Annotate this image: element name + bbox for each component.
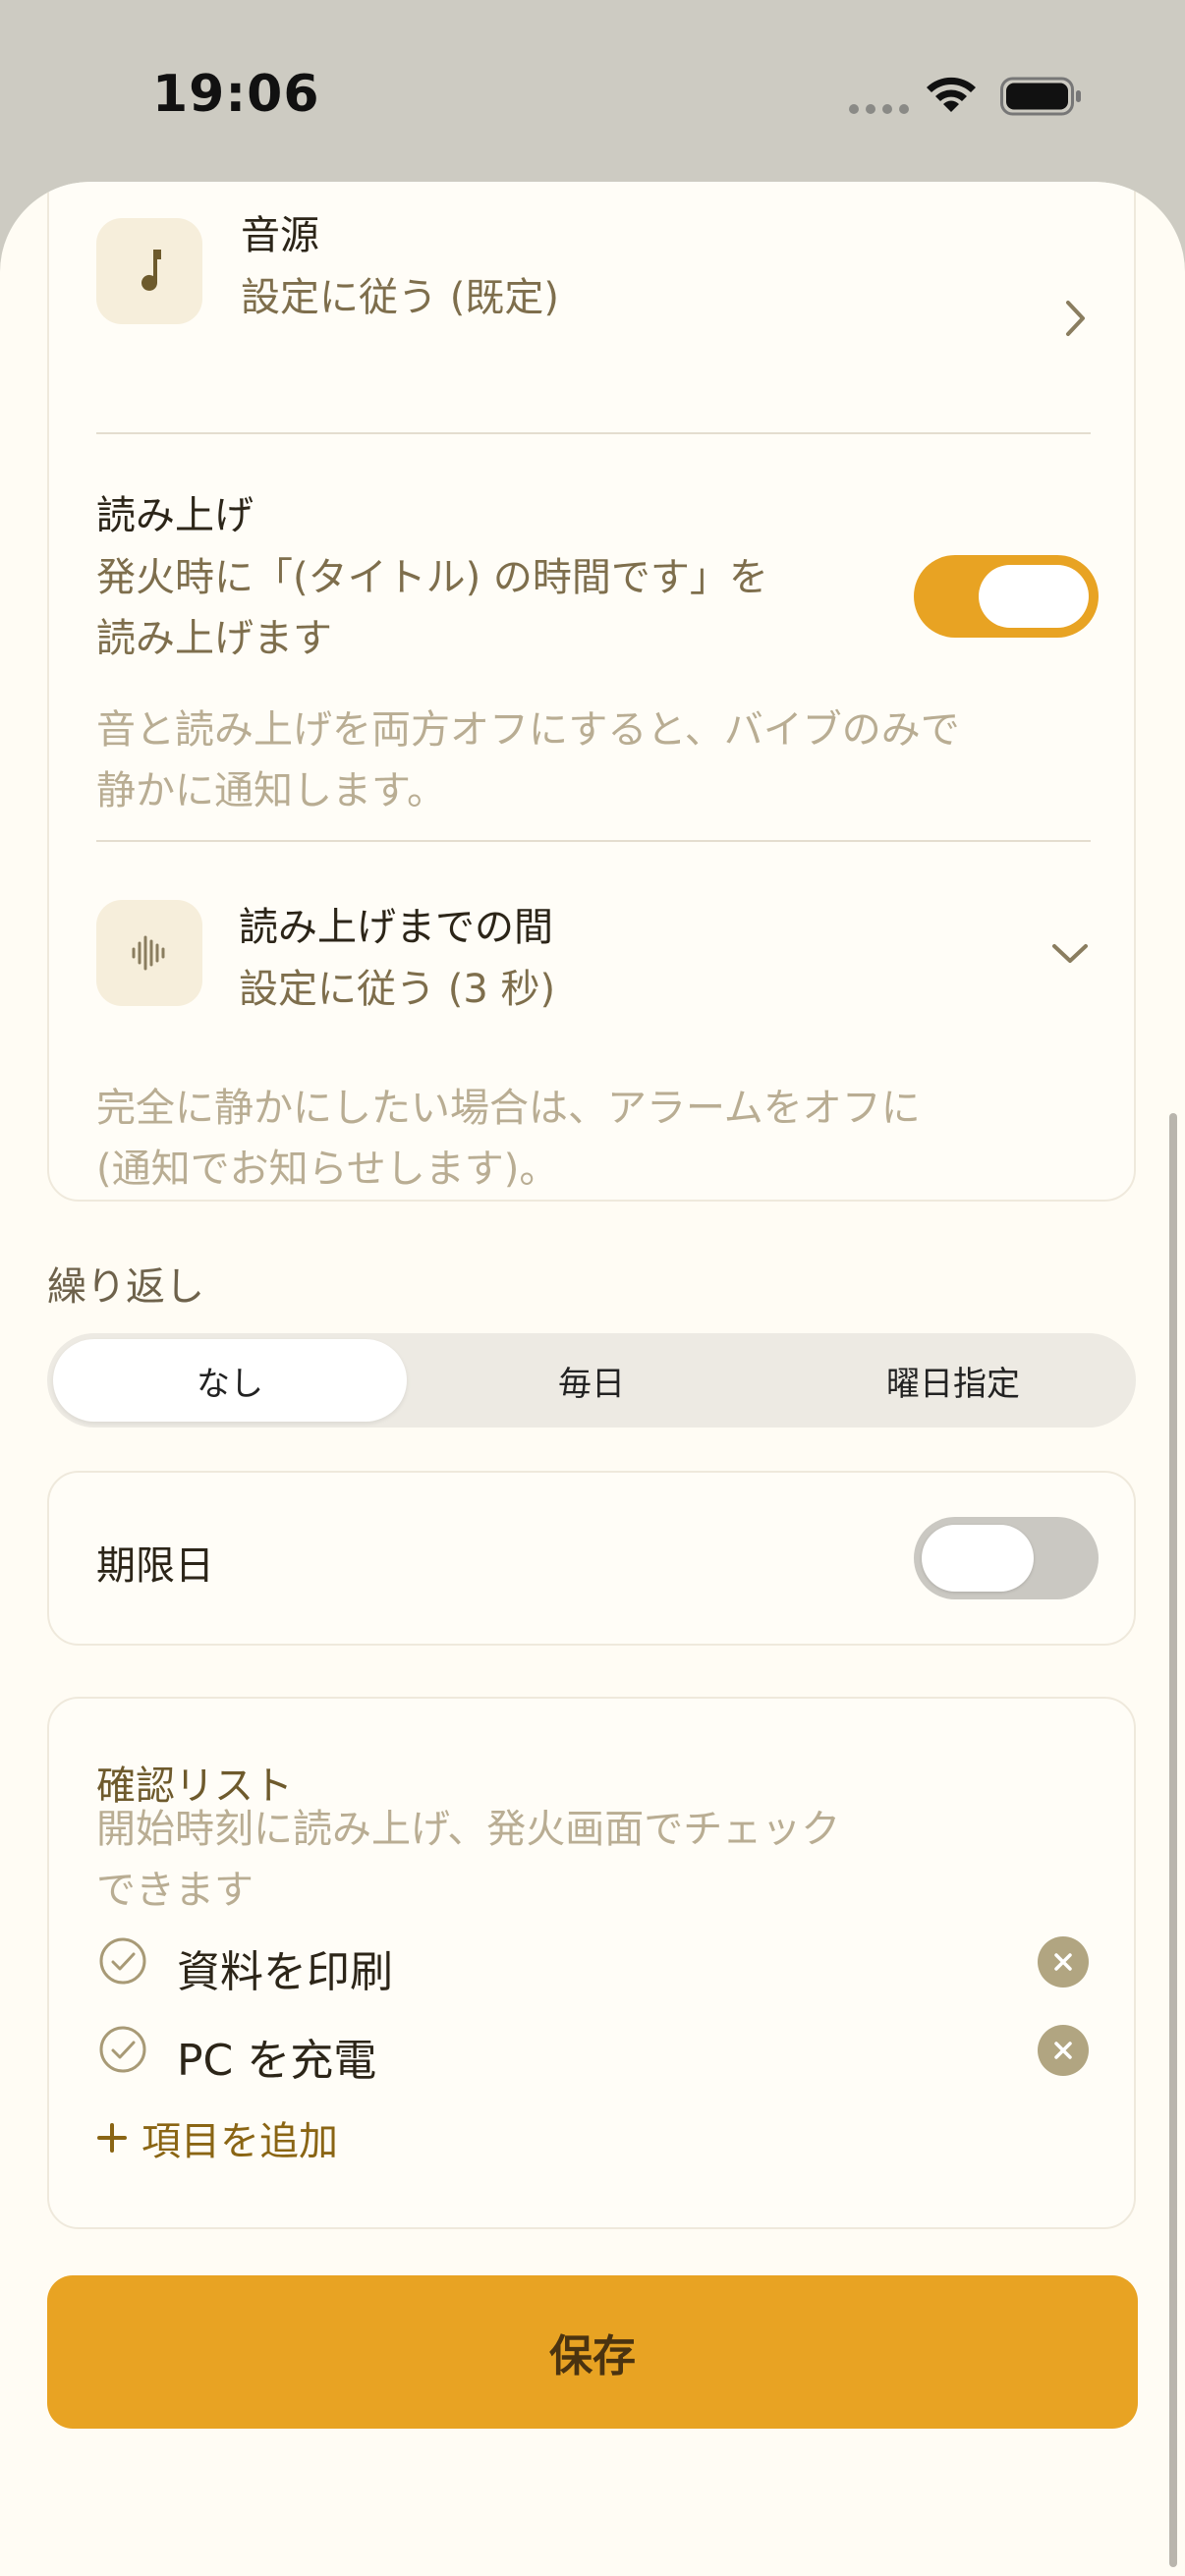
battery-icon	[1000, 77, 1081, 116]
waveform-tile	[96, 900, 202, 1006]
readout-desc-line1: 発火時に「(タイトル) の時間です」を	[96, 555, 768, 600]
status-bar: 19:06	[0, 0, 1185, 187]
scrollbar[interactable]	[1169, 1113, 1177, 2567]
waveform-icon	[132, 935, 165, 971]
divider	[96, 840, 1091, 842]
sound-source-value: 設定に従う (既定)	[241, 275, 559, 320]
plus-icon	[97, 2123, 127, 2153]
deadline-card: 期限日	[47, 1471, 1136, 1646]
repeat-option-daily[interactable]: 毎日	[415, 1339, 768, 1422]
checklist-item-text[interactable]: PC を充電	[177, 2025, 376, 2088]
save-button[interactable]: 保存	[47, 2275, 1138, 2429]
readout-title: 読み上げ	[96, 493, 254, 538]
repeat-label: 繰り返し	[47, 1264, 204, 1310]
music-note-icon	[141, 250, 161, 291]
checklist-item-text[interactable]: 資料を印刷	[177, 1936, 393, 1999]
sound-settings-card: 音源 設定に従う (既定) 読み上げ 発火時に「(タイトル) の時間です」を 読…	[47, 182, 1136, 1202]
silence-hint-line2: (通知でお知らせします)。	[96, 1147, 559, 1192]
repeat-option-weekdays[interactable]: 曜日指定	[776, 1339, 1130, 1422]
check-circle-icon[interactable]	[98, 2025, 147, 2074]
wifi-icon	[927, 77, 976, 112]
silence-hint-line1: 完全に静かにしたい場合は、アラームをオフに	[96, 1086, 921, 1131]
divider	[96, 432, 1091, 434]
check-circle-icon[interactable]	[98, 1936, 147, 1986]
readout-hint-line2: 静かに通知します。	[96, 768, 446, 813]
checklist-card: 確認リスト 開始時刻に読み上げ、発火画面でチェック できます 資料を印刷 PC …	[47, 1697, 1136, 2229]
repeat-option-none[interactable]: なし	[53, 1339, 407, 1422]
checklist-item: PC を充電	[49, 2013, 1134, 2092]
status-time: 19:06	[152, 65, 320, 124]
repeat-segmented-control: なし 毎日 曜日指定	[47, 1333, 1136, 1428]
chevron-right-icon	[1066, 301, 1085, 336]
add-item-label: 項目を追加	[141, 2119, 338, 2164]
edit-sheet: 音源 設定に従う (既定) 読み上げ 発火時に「(タイトル) の時間です」を 読…	[0, 182, 1185, 2576]
readout-toggle[interactable]	[914, 555, 1099, 638]
close-icon	[1054, 2042, 1072, 2059]
checklist-item: 資料を印刷	[49, 1925, 1134, 2003]
readout-delay-title: 読み上げまでの間	[239, 905, 553, 950]
deadline-label: 期限日	[96, 1543, 214, 1589]
readout-delay-value: 設定に従う (3 秒)	[239, 967, 556, 1012]
checklist-desc-line1: 開始時刻に読み上げ、発火画面でチェック	[96, 1807, 841, 1852]
readout-hint-line1: 音と読み上げを両方オフにすると、バイブのみで	[96, 707, 960, 753]
checklist-desc-line2: できます	[96, 1868, 254, 1913]
readout-delay-row[interactable]: 読み上げまでの間 設定に従う (3 秒)	[49, 862, 1134, 1038]
chevron-down-icon	[1052, 944, 1088, 963]
music-note-tile	[96, 218, 202, 324]
remove-item-button[interactable]	[1038, 2025, 1089, 2076]
cellular-signal-icon	[849, 104, 909, 114]
deadline-toggle[interactable]	[914, 1517, 1099, 1599]
close-icon	[1054, 1953, 1072, 1971]
readout-desc-line2: 読み上げます	[96, 616, 332, 661]
add-item-button[interactable]: 項目を追加	[96, 2109, 338, 2166]
sound-source-row[interactable]: 音源 設定に従う (既定)	[49, 182, 1134, 351]
sound-source-title: 音源	[241, 213, 319, 258]
remove-item-button[interactable]	[1038, 1936, 1089, 1988]
